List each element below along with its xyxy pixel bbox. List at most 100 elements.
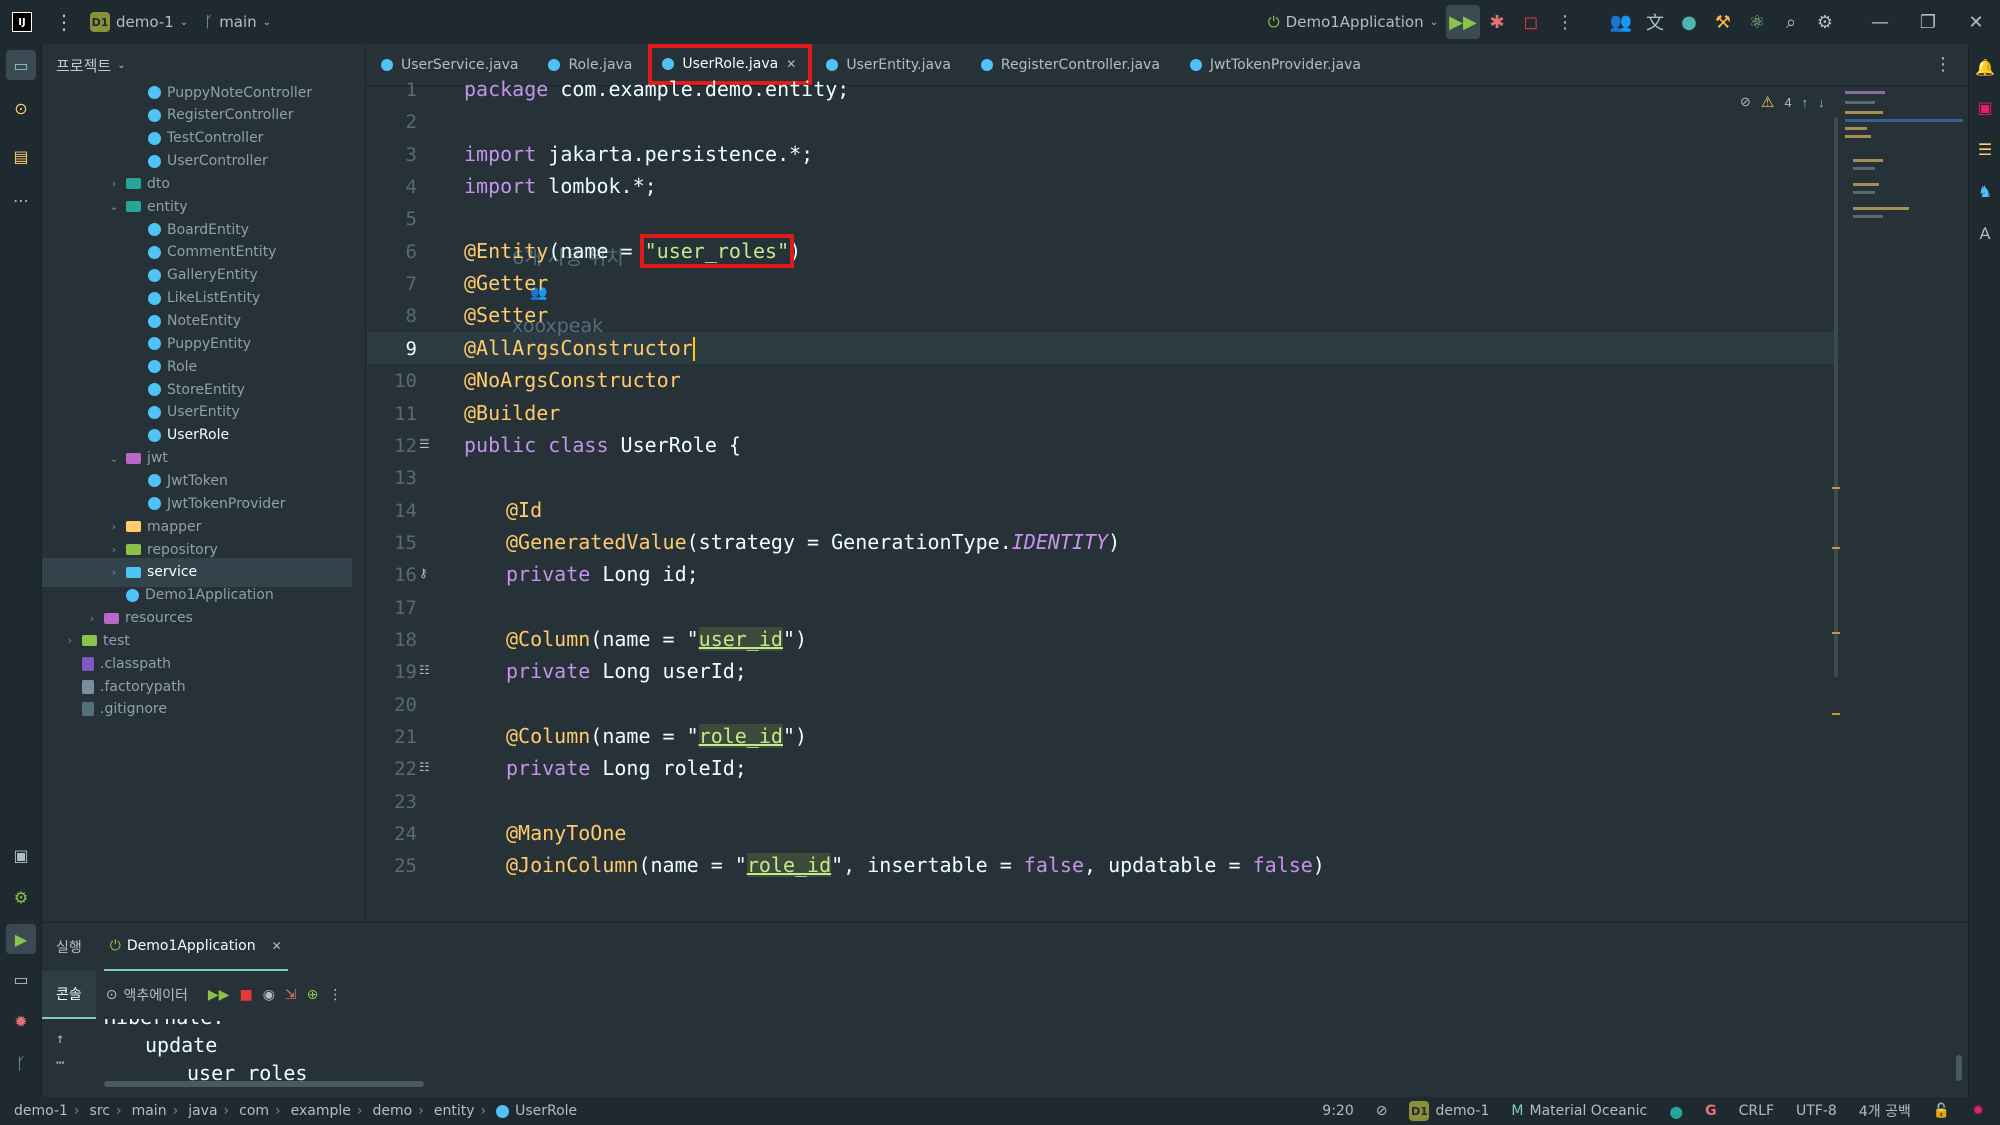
chevron-down-icon[interactable]: ⌄ xyxy=(108,452,120,465)
attach-debugger-icon[interactable]: ⊕ xyxy=(307,987,319,1003)
line-number[interactable]: 7 xyxy=(367,273,417,295)
tab-options-icon[interactable]: ⋮ xyxy=(1920,44,1968,85)
plugin-status-icon[interactable]: ● xyxy=(1672,5,1706,39)
breadcrumb-item[interactable]: demo › xyxy=(373,1103,424,1119)
reader-mode-icon[interactable]: ⊘ xyxy=(1740,94,1751,110)
line-number[interactable]: 21 xyxy=(367,726,417,748)
previous-highlight-icon[interactable]: ↑ xyxy=(1802,95,1809,110)
cursor-position[interactable]: 9:20 xyxy=(1322,1103,1353,1119)
ai-assistant-icon[interactable]: ⚛ xyxy=(1740,5,1774,39)
file-encoding[interactable]: UTF-8 xyxy=(1796,1103,1837,1119)
next-highlight-icon[interactable]: ↓ xyxy=(1818,95,1825,110)
gradle-icon[interactable]: ♞ xyxy=(1970,176,2000,206)
breadcrumb-item[interactable]: src › xyxy=(90,1103,122,1119)
code-minimap[interactable] xyxy=(1845,87,1963,327)
breadcrumb-item[interactable]: UserRole xyxy=(496,1103,577,1119)
more-icon[interactable]: ⋯ xyxy=(56,1055,64,1071)
more-tools-icon[interactable]: ⋯ xyxy=(6,185,36,215)
breadcrumb-item[interactable]: example › xyxy=(291,1103,363,1119)
line-number[interactable]: 15 xyxy=(367,532,417,554)
google-icon[interactable]: G xyxy=(1705,1103,1717,1119)
line-number[interactable]: 14 xyxy=(367,500,417,522)
tree-item-gitignore[interactable]: .gitignore xyxy=(42,695,352,724)
database-entity-icon[interactable]: ☰ xyxy=(419,437,430,451)
line-number[interactable]: 17 xyxy=(367,597,417,619)
chevron-right-icon[interactable]: › xyxy=(108,520,120,533)
code-editor[interactable]: 1 2 3 4 5 6 7 8 9 10 11 12 13 14 15 16 17 18 19 20 21 22 23 24 2… xyxy=(367,77,1968,922)
intellij-logo-icon[interactable]: IJ xyxy=(12,12,32,32)
line-number[interactable]: 25 xyxy=(367,855,417,877)
more-icon[interactable]: ⋮ xyxy=(328,987,342,1003)
line-number[interactable]: 22 xyxy=(367,758,417,780)
git-tool-icon[interactable]: ᚴ xyxy=(6,1048,36,1078)
notifications-icon[interactable]: 🔔 xyxy=(1970,52,2000,82)
scroll-up-icon[interactable]: ↑ xyxy=(56,1031,64,1047)
line-number[interactable]: 11 xyxy=(367,403,417,425)
commit-tool-icon[interactable]: ⊙ xyxy=(6,93,36,123)
code-with-me-icon[interactable]: 👥 xyxy=(1604,5,1638,39)
power-save-icon[interactable]: ✹ xyxy=(1972,1103,1984,1119)
breadcrumb-item[interactable]: com › xyxy=(239,1103,281,1119)
terminal-tool-icon[interactable]: ▭ xyxy=(6,964,36,994)
line-number[interactable]: 23 xyxy=(367,791,417,813)
exit-icon[interactable]: ⇲ xyxy=(285,987,297,1003)
project-selector[interactable]: D1 demo-1 ⌄ xyxy=(82,0,196,44)
structure-tool-icon[interactable]: ▤ xyxy=(6,141,36,171)
line-number[interactable]: 16 xyxy=(367,564,417,586)
line-number[interactable]: 2 xyxy=(367,111,417,133)
console-output[interactable]: ↑ ⋯ Hibernate: update user_roles xyxy=(42,1019,1968,1098)
line-number[interactable]: 3 xyxy=(367,144,417,166)
indent-setting[interactable]: 4개 공백 xyxy=(1859,1101,1911,1121)
breadcrumb-item[interactable]: main › xyxy=(132,1103,179,1119)
line-number[interactable]: 24 xyxy=(367,823,417,845)
stop-icon[interactable]: ◻ xyxy=(1514,5,1548,39)
build-tools-icon[interactable]: ⚒ xyxy=(1706,5,1740,39)
settings-updates-icon[interactable]: ⚙ xyxy=(1808,5,1842,39)
tab-jwttokenprovider[interactable]: JwtTokenProvider.java xyxy=(1176,44,1377,85)
column-icon[interactable]: ☷ xyxy=(419,760,430,774)
line-number[interactable]: 19 xyxy=(367,661,417,683)
project-widget[interactable]: D1 demo-1 xyxy=(1409,1101,1489,1121)
line-number[interactable]: 10 xyxy=(367,370,417,392)
vertical-scrollbar[interactable] xyxy=(1834,117,1838,677)
line-number[interactable]: 12 xyxy=(367,435,417,457)
restore-icon[interactable]: ❐ xyxy=(1904,5,1952,39)
plugin-icon[interactable]: ▣ xyxy=(1970,92,2000,122)
primary-key-icon[interactable]: ⚷ xyxy=(419,566,428,580)
rerun-icon[interactable]: ▶▶ xyxy=(1446,5,1480,39)
bookmarks-tool-icon[interactable]: ▣ xyxy=(6,840,36,870)
debug-icon[interactable]: ✱ xyxy=(1480,5,1514,39)
chevron-right-icon[interactable]: › xyxy=(108,543,120,556)
close-icon[interactable]: ✕ xyxy=(272,939,282,953)
close-icon[interactable]: ✕ xyxy=(786,57,796,71)
run-tool-icon[interactable]: ▶ xyxy=(6,924,36,954)
translate-icon[interactable]: 文 xyxy=(1638,5,1672,39)
main-menu-button[interactable]: ⋮ xyxy=(46,0,82,44)
services-tool-icon[interactable]: ⚙ xyxy=(6,882,36,912)
line-number[interactable]: 18 xyxy=(367,629,417,651)
vertical-scrollbar[interactable] xyxy=(1956,1055,1962,1081)
inspection-off-icon[interactable]: ⊘ xyxy=(1376,1103,1388,1119)
minimize-icon[interactable]: — xyxy=(1856,5,1904,39)
line-number[interactable]: 13 xyxy=(367,467,417,489)
tab-registercontroller[interactable]: RegisterController.java xyxy=(967,44,1176,85)
line-number[interactable]: 1 xyxy=(367,79,417,101)
close-icon[interactable]: ✕ xyxy=(1952,5,2000,39)
line-number[interactable]: 20 xyxy=(367,694,417,716)
line-number[interactable]: 8 xyxy=(367,305,417,327)
stop-icon[interactable]: ■ xyxy=(239,987,252,1003)
line-separator[interactable]: CRLF xyxy=(1739,1103,1774,1119)
line-number[interactable]: 5 xyxy=(367,208,417,230)
breadcrumb-item[interactable]: java › xyxy=(188,1103,229,1119)
search-icon[interactable]: ⌕ xyxy=(1774,5,1808,39)
more-actions-icon[interactable]: ⋮ xyxy=(1548,5,1582,39)
line-number[interactable]: 4 xyxy=(367,176,417,198)
chevron-right-icon[interactable]: › xyxy=(64,634,76,647)
column-icon[interactable]: ☷ xyxy=(419,663,430,677)
line-number[interactable]: 9 xyxy=(367,338,417,360)
chevron-right-icon[interactable]: › xyxy=(108,177,120,190)
run-config-selector[interactable]: ⏻ Demo1Application ⌄ xyxy=(1260,0,1446,44)
status-indicator-icon[interactable]: ● xyxy=(1669,1102,1683,1121)
branch-selector[interactable]: ᚴ main ⌄ xyxy=(196,0,279,44)
breadcrumb-item[interactable]: demo-1 › xyxy=(14,1103,80,1119)
